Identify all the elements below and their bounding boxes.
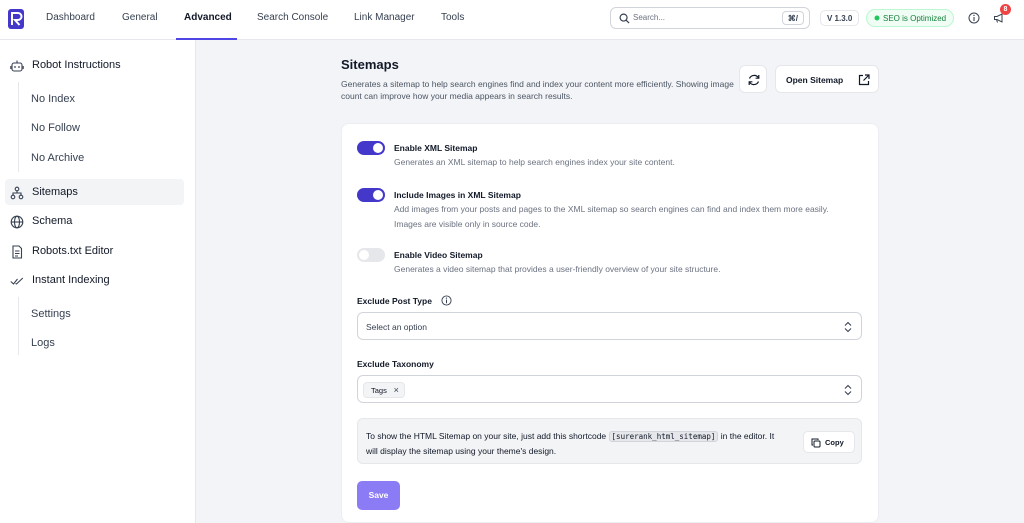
toggle-knob	[373, 143, 383, 153]
external-link-icon	[858, 74, 870, 86]
note-text-before: To show the HTML Sitemap on your site, j…	[366, 431, 607, 441]
page-description: Generates a sitemap to help search engin…	[341, 79, 734, 101]
sitemap-icon	[10, 186, 24, 200]
sidebar-group-line	[18, 297, 19, 355]
include-images-label: Include Images in XML Sitemap	[394, 190, 521, 200]
chevron-up-down-icon	[844, 321, 852, 333]
nav-dashboard[interactable]: Dashboard	[46, 12, 95, 23]
page-title: Sitemaps	[341, 57, 399, 72]
xml-sitemap-label: Enable XML Sitemap	[394, 143, 478, 153]
nav-search-console[interactable]: Search Console	[257, 12, 328, 23]
copy-shortcode-button[interactable]: Copy	[803, 431, 855, 453]
robot-icon	[10, 60, 24, 72]
search-shortcut-badge: ⌘/	[781, 11, 804, 25]
version-badge: V 1.3.0	[820, 10, 860, 26]
notification-count-badge: 8	[1000, 4, 1011, 15]
open-sitemap-button[interactable]: Open Sitemap	[775, 65, 879, 93]
sidebar: Robot Instructions No Index No Follow No…	[0, 40, 196, 523]
app-logo-icon[interactable]	[8, 9, 24, 29]
sidebar-item-label: Schema	[32, 215, 73, 227]
sidebar-item-no-follow[interactable]: No Follow	[31, 122, 80, 134]
toggle-knob	[373, 190, 383, 200]
sidebar-item-label: Robots.txt Editor	[32, 245, 114, 257]
save-button[interactable]: Save	[357, 481, 400, 510]
exclude-post-type-select[interactable]: Select an option	[357, 312, 862, 340]
top-bar: Dashboard General Advanced Search Consol…	[0, 0, 1024, 40]
search-input[interactable]: Search... ⌘/	[610, 7, 810, 29]
refresh-button[interactable]	[739, 65, 767, 93]
video-sitemap-toggle[interactable]	[357, 248, 385, 262]
double-check-icon	[10, 277, 24, 285]
seo-status-badge[interactable]: SEO is Optimized	[866, 9, 955, 27]
copy-label: Copy	[825, 438, 844, 447]
nav-link-manager[interactable]: Link Manager	[354, 12, 415, 23]
video-sitemap-description: Generates a video sitemap that provides …	[394, 264, 721, 274]
xml-sitemap-description: Generates an XML sitemap to help search …	[394, 157, 675, 167]
open-sitemap-label: Open Sitemap	[786, 75, 844, 85]
select-value: Select an option	[366, 322, 427, 332]
remove-tag-icon[interactable]: ×	[394, 383, 399, 398]
sidebar-item-no-archive[interactable]: No Archive	[31, 152, 84, 164]
exclude-taxonomy-select[interactable]: Tags ×	[357, 375, 862, 403]
note-text: To show the HTML Sitemap on your site, j…	[366, 429, 786, 458]
nav-general[interactable]: General	[122, 12, 158, 23]
status-dot-icon	[874, 15, 880, 21]
nav-advanced[interactable]: Advanced	[184, 12, 232, 23]
globe-icon	[10, 215, 24, 229]
seo-status-label: SEO is Optimized	[883, 14, 947, 23]
xml-sitemap-toggle[interactable]	[357, 141, 385, 155]
sidebar-group-line	[18, 82, 19, 172]
video-sitemap-label: Enable Video Sitemap	[394, 250, 483, 260]
exclude-taxonomy-label: Exclude Taxonomy	[357, 359, 434, 369]
sidebar-item-label: Instant Indexing	[32, 274, 110, 286]
html-sitemap-note: To show the HTML Sitemap on your site, j…	[357, 418, 862, 464]
sidebar-item-no-index[interactable]: No Index	[31, 93, 75, 105]
include-images-description: Add images from your posts and pages to …	[394, 204, 829, 229]
info-icon[interactable]	[441, 295, 452, 306]
toggle-knob	[359, 250, 369, 260]
info-icon[interactable]	[968, 12, 980, 24]
tag-chip-label: Tags	[371, 386, 387, 395]
search-placeholder: Search...	[633, 13, 666, 22]
nav-tools[interactable]: Tools	[441, 12, 464, 23]
document-icon	[12, 245, 23, 259]
taxonomy-tag-chip: Tags ×	[363, 382, 405, 398]
refresh-icon	[748, 74, 760, 86]
shortcode: [surerank_html_sitemap]	[608, 431, 719, 442]
sidebar-item-logs[interactable]: Logs	[31, 337, 55, 349]
sidebar-item-settings[interactable]: Settings	[31, 308, 71, 320]
chevron-up-down-icon	[844, 384, 852, 396]
sidebar-item-label: Robot Instructions	[32, 59, 121, 71]
search-icon	[619, 13, 630, 24]
sidebar-item-label: Sitemaps	[32, 186, 78, 198]
include-images-toggle[interactable]	[357, 188, 385, 202]
exclude-post-type-label: Exclude Post Type	[357, 296, 432, 306]
copy-icon	[811, 438, 821, 448]
